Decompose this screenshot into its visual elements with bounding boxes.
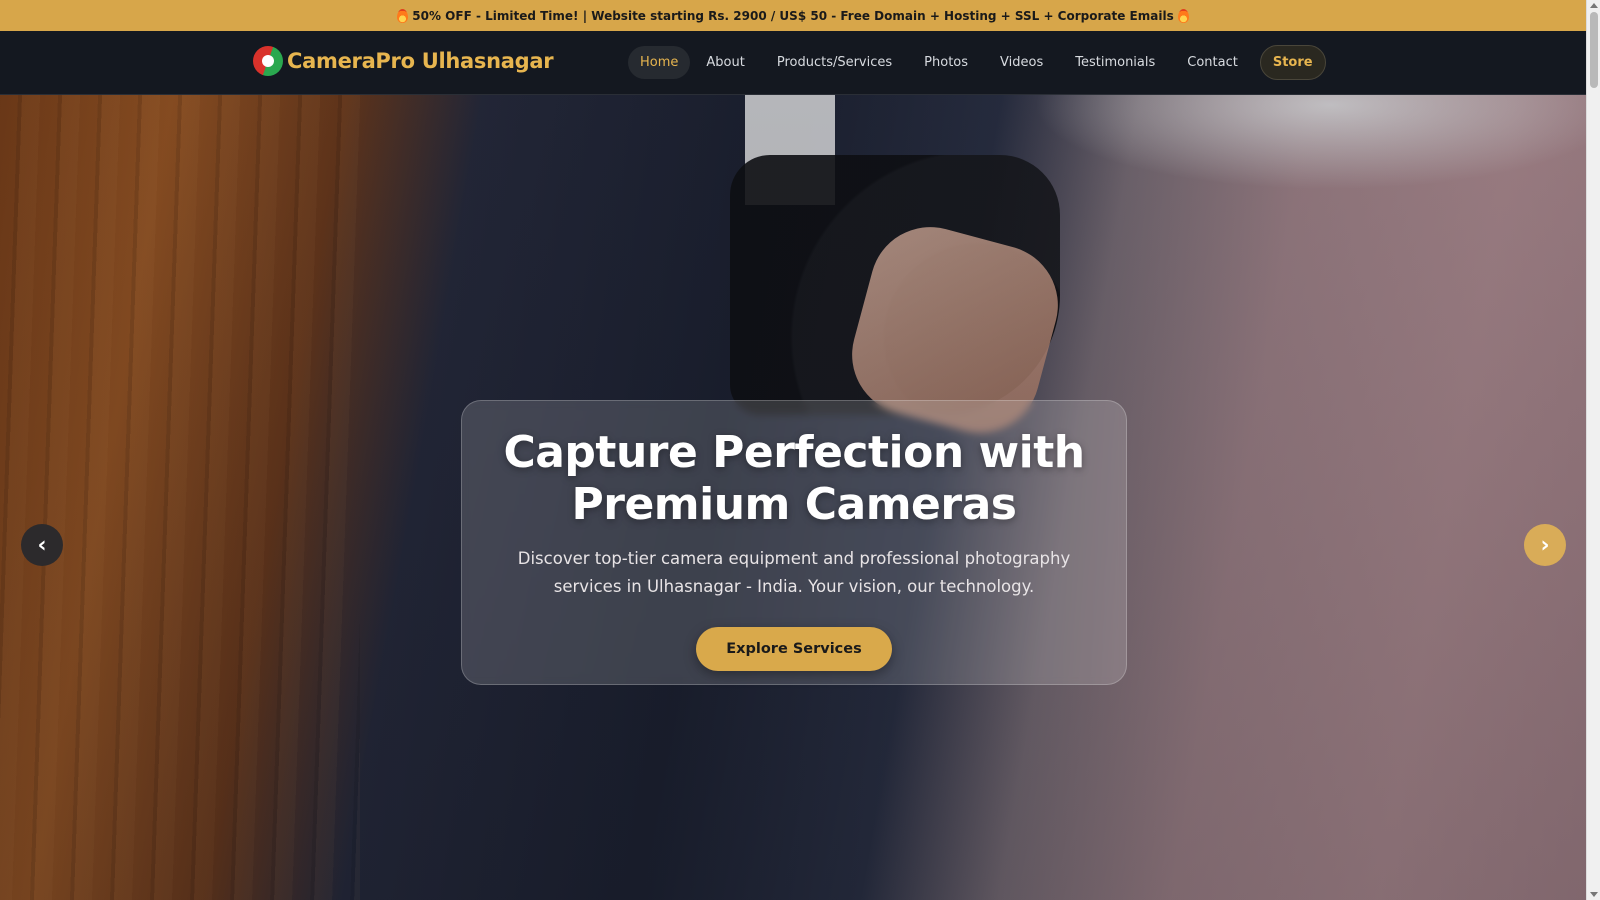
nav-item-products-services[interactable]: Products/Services <box>761 46 908 79</box>
nav-item-photos[interactable]: Photos <box>908 46 984 79</box>
flame-icon <box>1177 8 1189 23</box>
hero-title-line-1: Capture Perfection with <box>503 427 1085 478</box>
chevron-left-icon: ‹ <box>37 532 47 558</box>
scrollbar-thumb[interactable] <box>1590 12 1598 88</box>
scroll-up-icon[interactable] <box>1590 3 1598 8</box>
hero-caption-card: Capture Perfection with Premium Cameras … <box>461 400 1127 685</box>
hero-subtitle: Discover top-tier camera equipment and p… <box>517 549 1071 596</box>
hero-title-line-2: Premium Cameras <box>571 479 1017 530</box>
page-scrollbar[interactable] <box>1586 0 1600 900</box>
nav-item-testimonials[interactable]: Testimonials <box>1059 46 1171 79</box>
brand-link[interactable]: CameraPro Ulhasnagar <box>253 46 554 76</box>
nav-item-home[interactable]: Home <box>628 46 691 79</box>
nav-item-contact[interactable]: Contact <box>1171 46 1254 79</box>
chevron-right-icon: › <box>1540 532 1550 558</box>
explore-services-button[interactable]: Explore Services <box>696 627 892 671</box>
hero-slider: Capture Perfection with Premium Cameras … <box>0 95 1586 900</box>
hero-title: Capture Perfection with Premium Cameras <box>503 427 1085 531</box>
scroll-down-icon[interactable] <box>1590 892 1598 897</box>
promo-text: 50% OFF - Limited Time! | Website starti… <box>412 8 1174 23</box>
promo-banner: 50% OFF - Limited Time! | Website starti… <box>0 0 1586 31</box>
nav-menu: Home About Products/Services Photos Vide… <box>628 45 1326 80</box>
nav-item-store[interactable]: Store <box>1259 45 1326 80</box>
nav-item-about[interactable]: About <box>690 46 760 79</box>
flame-icon <box>397 8 409 23</box>
slider-prev-button[interactable]: ‹ <box>21 524 63 566</box>
brand-name: CameraPro Ulhasnagar <box>287 49 554 73</box>
nav-item-videos[interactable]: Videos <box>984 46 1059 79</box>
top-navbar: CameraPro Ulhasnagar Home About Products… <box>0 31 1586 95</box>
slider-next-button[interactable]: › <box>1524 524 1566 566</box>
brand-logo-icon <box>253 46 283 76</box>
